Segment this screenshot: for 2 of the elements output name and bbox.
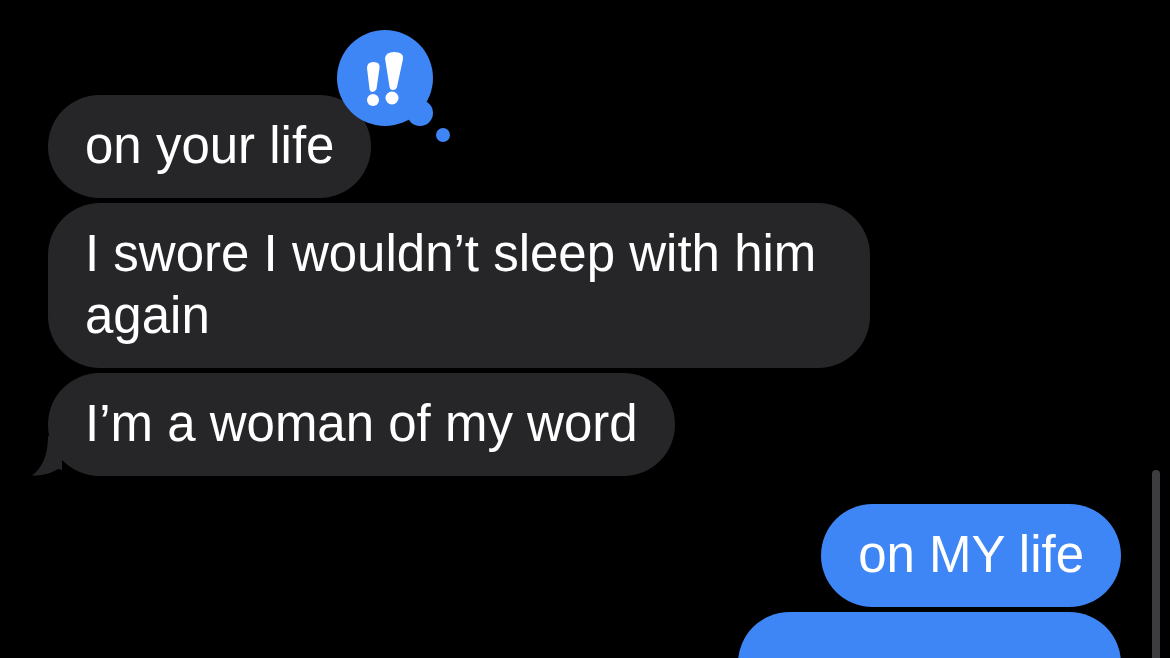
message-bubble: I swore I wouldn’t sleep with him again (48, 203, 870, 368)
message-bubble: on MY life (821, 504, 1121, 607)
